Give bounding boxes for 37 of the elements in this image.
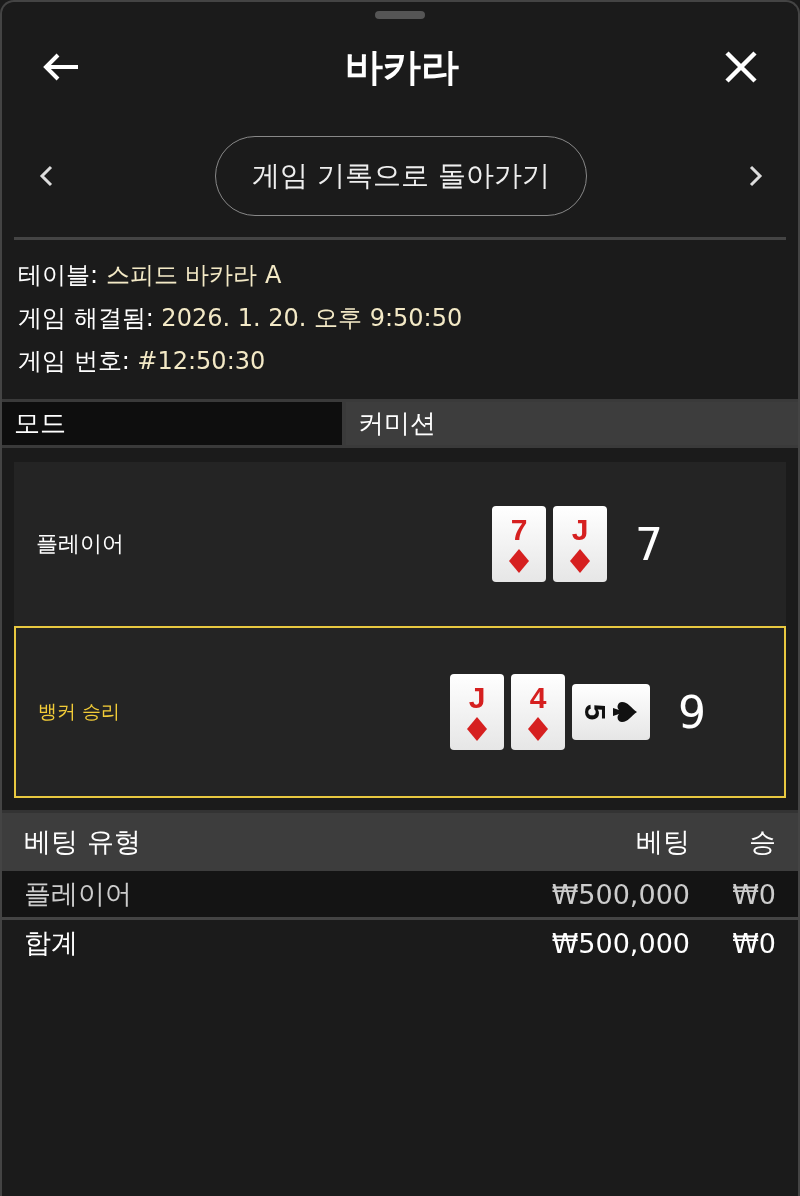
- table-cell-text: ₩500,000: [550, 878, 690, 910]
- playing-card: 5: [572, 684, 650, 740]
- info-value: 2026. 1. 20. 오후 9:50:50: [161, 304, 463, 332]
- window-title: 바카라: [345, 43, 459, 91]
- info-label: 게임 번호:: [18, 347, 130, 375]
- playing-card: J: [450, 674, 504, 750]
- previous-chevron-icon[interactable]: [38, 164, 54, 188]
- playing-card: J: [553, 506, 607, 582]
- close-icon[interactable]: [724, 50, 758, 84]
- diamond-icon: [528, 717, 548, 741]
- mode-value: 커미션: [346, 402, 798, 445]
- info-value: 스피드 바카라 A: [105, 261, 282, 289]
- info-label: 테이블:: [18, 261, 99, 289]
- hand-label: 플레이어: [36, 530, 125, 558]
- drag-handle[interactable]: [375, 11, 425, 19]
- table-cell-text: 플레이어: [24, 877, 133, 911]
- info-value: #12:50:30: [137, 347, 266, 375]
- column-header: 베팅: [635, 825, 690, 859]
- mode-label: 모드: [2, 402, 346, 445]
- spade-icon: [613, 702, 638, 722]
- hand-label: 뱅커 승리: [38, 699, 122, 724]
- next-chevron-icon[interactable]: [748, 164, 764, 188]
- hand-score: 7: [635, 518, 663, 570]
- playing-card: 4: [511, 674, 565, 750]
- table-cell-text: ₩0: [731, 927, 776, 959]
- hand-score: 9: [678, 686, 706, 738]
- info-label: 게임 해결됨:: [18, 304, 154, 332]
- diamond-icon: [509, 549, 529, 573]
- column-header: 승: [748, 825, 776, 859]
- table-cell-text: ₩500,000: [550, 927, 690, 959]
- back-arrow-icon[interactable]: [42, 52, 80, 82]
- diamond-icon: [570, 549, 590, 573]
- column-header: 베팅 유형: [24, 825, 142, 859]
- playing-card: 7: [492, 506, 546, 582]
- table-cell-text: ₩0: [731, 878, 776, 910]
- diamond-icon: [467, 717, 487, 741]
- table-cell-text: 합계: [24, 926, 79, 960]
